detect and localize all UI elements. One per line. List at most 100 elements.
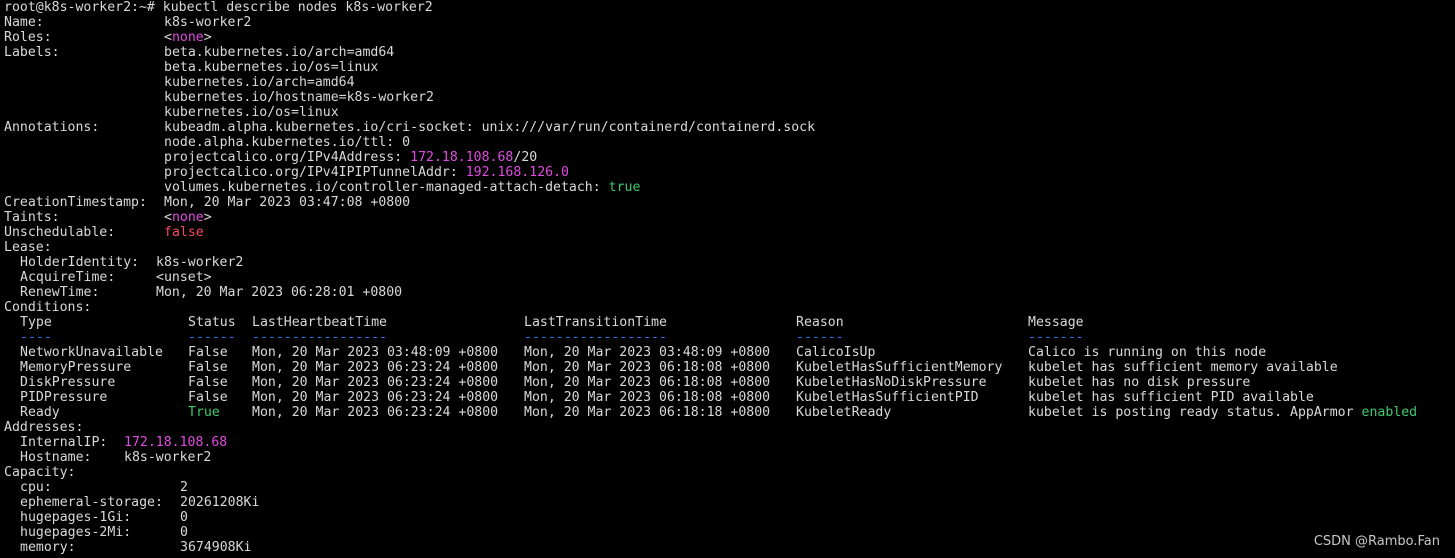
terminal-line: kubernetes.io/os=linux (0, 105, 1455, 120)
terminal-text: Capacity: (4, 465, 76, 480)
terminal-text: Message (1028, 315, 1084, 330)
terminal-line: node.alpha.kubernetes.io/ttl: 0 (0, 135, 1455, 150)
terminal-text: RenewTime: (20, 285, 100, 300)
terminal-text: beta.kubernetes.io/arch=amd64 (164, 45, 395, 60)
terminal-text: <unset> (156, 270, 212, 285)
terminal-line: Taints: < none > (0, 210, 1455, 225)
terminal-text: 172.18.108.68 (124, 435, 228, 450)
terminal-text: Mon, 20 Mar 2023 06:18:08 +0800 (524, 375, 771, 390)
terminal-text: < (164, 210, 172, 225)
terminal-line: Roles: < none > (0, 30, 1455, 45)
terminal-line: Ready True Mon, 20 Mar 2023 06:23:24 +0800… (0, 405, 1455, 420)
terminal-text: 20261208Ki (180, 495, 260, 510)
terminal-text: Mon, 20 Mar 2023 06:18:08 +0800 (524, 390, 771, 405)
terminal-text: false (164, 225, 204, 240)
terminal-text: root@k8s-worker2:~# kubectl describe nod… (4, 0, 433, 15)
terminal-text: False (188, 345, 228, 360)
terminal-line: root@k8s-worker2:~# kubectl describe nod… (0, 0, 1455, 15)
terminal-text: projectcalico.org/IPv4Address: (164, 150, 411, 165)
terminal-line: RenewTime: Mon, 20 Mar 2023 06:28:01 +080… (0, 285, 1455, 300)
terminal-line: projectcalico.org/IPv4IPIPTunnelAddr: 19… (0, 165, 1455, 180)
terminal-line: PIDPressure False Mon, 20 Mar 2023 06:23:2… (0, 390, 1455, 405)
terminal-line: cpu: 2 (0, 480, 1455, 495)
terminal-text: Reason (796, 315, 844, 330)
terminal-text: > (203, 30, 212, 45)
terminal-line: InternalIP: 172.18.108.68 (0, 435, 1455, 450)
terminal-line: AcquireTime: <unset> (0, 270, 1455, 285)
terminal-text: Labels: (4, 45, 60, 60)
terminal-text: true (608, 180, 641, 195)
terminal-text: CalicoIsUp (796, 345, 876, 360)
terminal-text: beta.kubernetes.io/os=linux (164, 60, 379, 75)
terminal-text: cpu: (20, 480, 52, 495)
terminal-text: Status (188, 315, 236, 330)
terminal-text: True (188, 405, 220, 420)
terminal-text: kubelet is posting ready status. AppArmo… (1028, 405, 1362, 420)
terminal-text: ------ (796, 330, 844, 345)
terminal-line: hugepages-1Gi: 0 (0, 510, 1455, 525)
terminal-line: kubernetes.io/arch=amd64 (0, 75, 1455, 90)
terminal-text: KubeletHasNoDiskPressure (796, 375, 987, 390)
terminal-text: Mon, 20 Mar 2023 06:28:01 +0800 (156, 285, 403, 300)
terminal-line: MemoryPressure False Mon, 20 Mar 2023 06:2… (0, 360, 1455, 375)
terminal-line: hugepages-2Mi: 0 (0, 525, 1455, 540)
terminal-text: ---- (20, 330, 52, 345)
terminal-line: Addresses: (0, 420, 1455, 435)
terminal-text: 192.168.126.0 (465, 165, 569, 180)
terminal-line: NetworkUnavailable False Mon, 20 Mar 2023 … (0, 345, 1455, 360)
terminal-text: Mon, 20 Mar 2023 06:23:24 +0800 (252, 360, 499, 375)
terminal-line: ---- ------ ----------------- -------------… (0, 330, 1455, 345)
terminal-line: projectcalico.org/IPv4Address: 172.18.10… (0, 150, 1455, 165)
terminal-text: Mon, 20 Mar 2023 03:47:08 +0800 (164, 195, 411, 210)
terminal-line: Name: k8s-worker2 (0, 15, 1455, 30)
terminal-text: Mon, 20 Mar 2023 03:48:09 +0800 (252, 345, 499, 360)
terminal-text: Conditions: (4, 300, 92, 315)
csdn-watermark: CSDN @Rambo.Fan (1313, 534, 1440, 549)
terminal-text: Mon, 20 Mar 2023 06:23:24 +0800 (252, 375, 499, 390)
terminal-text: MemoryPressure (20, 360, 132, 375)
terminal-text: kubelet has sufficient memory available (1028, 360, 1338, 375)
terminal-text: ----------------- (252, 330, 387, 345)
terminal-text: CreationTimestamp: (4, 195, 147, 210)
terminal-text: none (171, 30, 204, 45)
terminal-window[interactable]: root@k8s-worker2:~# kubectl describe nod… (0, 0, 1455, 558)
terminal-text: KubeletReady (796, 405, 892, 420)
terminal-line: CreationTimestamp: Mon, 20 Mar 2023 03:47… (0, 195, 1455, 210)
terminal-text: Mon, 20 Mar 2023 06:18:18 +0800 (524, 405, 771, 420)
terminal-line: Lease: (0, 240, 1455, 255)
terminal-text: kubelet has no disk pressure (1028, 375, 1251, 390)
terminal-text: KubeletHasSufficientMemory (796, 360, 1003, 375)
terminal-text: False (188, 375, 228, 390)
terminal-line: Type Status LastHeartbeatTime LastTransitio… (0, 315, 1455, 330)
terminal-line: memory: 3674908Ki (0, 540, 1455, 555)
terminal-line: Hostname: k8s-worker2 (0, 450, 1455, 465)
terminal-text: ------------------ (524, 330, 667, 345)
terminal-line: kubernetes.io/hostname=k8s-worker2 (0, 90, 1455, 105)
terminal-text: ephemeral-storage: (20, 495, 163, 510)
terminal-text: LastTransitionTime (524, 315, 667, 330)
terminal-text: hugepages-1Gi: (20, 510, 132, 525)
terminal-text: 172.18.108.68 (410, 150, 514, 165)
terminal-text: k8s-worker2 (124, 450, 212, 465)
terminal-text: KubeletHasSufficientPID (796, 390, 979, 405)
terminal-text: Mon, 20 Mar 2023 06:23:24 +0800 (252, 405, 499, 420)
terminal-text: /20 (513, 150, 538, 165)
terminal-text: HolderIdentity: (20, 255, 140, 270)
terminal-text: Taints: (4, 210, 60, 225)
terminal-line: Conditions: (0, 300, 1455, 315)
terminal-text: False (188, 360, 228, 375)
terminal-text: volumes.kubernetes.io/controller-managed… (164, 180, 609, 195)
terminal-text: k8s-worker2 (156, 255, 244, 270)
terminal-text: Calico is running on this node (1028, 345, 1267, 360)
terminal-text: kubernetes.io/arch=amd64 (164, 75, 355, 90)
terminal-text: Name: (4, 15, 44, 30)
terminal-text: 0 (180, 510, 188, 525)
terminal-line: beta.kubernetes.io/os=linux (0, 60, 1455, 75)
terminal-text: Mon, 20 Mar 2023 03:48:09 +0800 (524, 345, 771, 360)
terminal-text: Mon, 20 Mar 2023 06:18:08 +0800 (524, 360, 771, 375)
terminal-text: kubernetes.io/hostname=k8s-worker2 (164, 90, 434, 105)
terminal-text: > (203, 210, 212, 225)
terminal-text: memory: (20, 540, 76, 555)
terminal-line: DiskPressure False Mon, 20 Mar 2023 06:23:… (0, 375, 1455, 390)
terminal-text: Lease: (4, 240, 52, 255)
